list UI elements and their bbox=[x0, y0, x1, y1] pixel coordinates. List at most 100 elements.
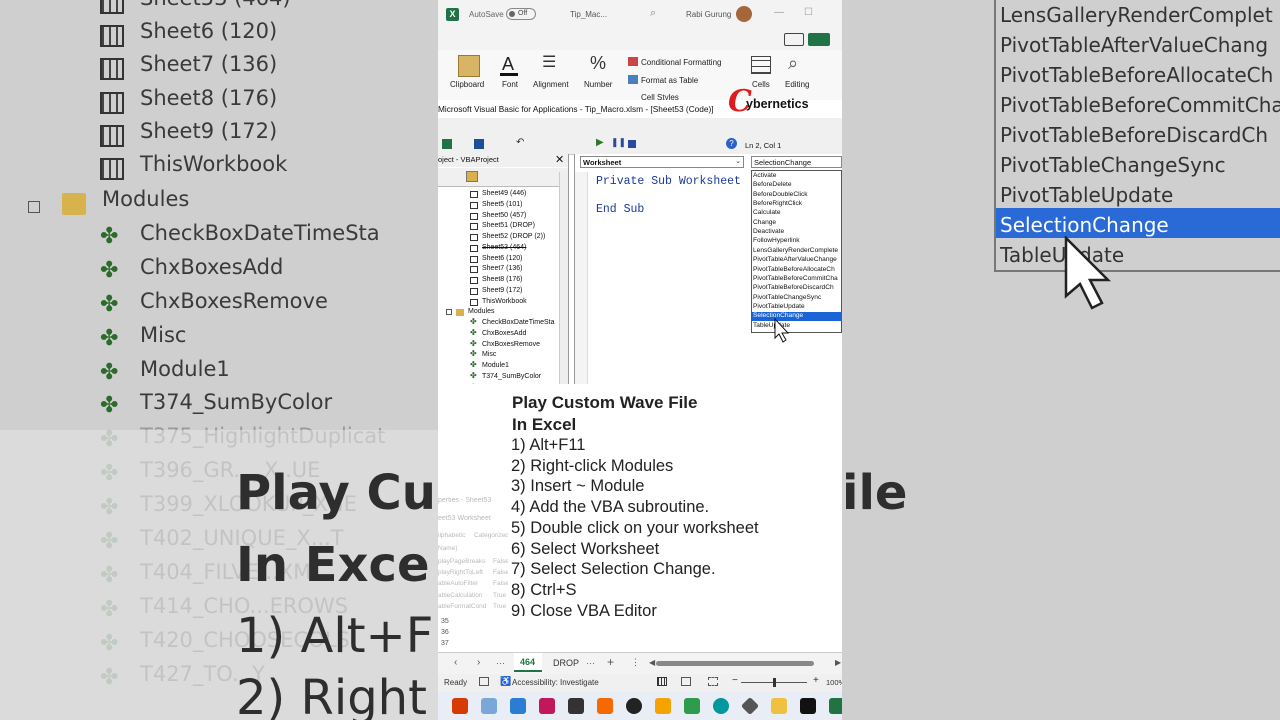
procedure-list-item[interactable]: LensGalleryRenderComplete bbox=[753, 247, 838, 254]
scroll-right-icon[interactable]: ▶ bbox=[835, 658, 841, 667]
project-tree-item[interactable]: Sheet49 (446) bbox=[482, 190, 526, 197]
procedure-list-item[interactable]: Deactivate bbox=[753, 228, 784, 235]
macro-record-icon[interactable] bbox=[479, 677, 489, 686]
cells-icon[interactable] bbox=[751, 56, 771, 74]
autosave-toggle[interactable]: Off bbox=[506, 8, 536, 20]
procedure-list-item[interactable]: Change bbox=[753, 219, 776, 226]
scroll-left-icon[interactable]: ◀ bbox=[649, 658, 655, 667]
code-line-2[interactable]: End Sub bbox=[596, 203, 644, 216]
format-as-table-button[interactable]: Format as Table bbox=[641, 76, 698, 85]
project-tree-item[interactable]: Sheet9 (172) bbox=[482, 287, 522, 294]
search-icon[interactable]: ⌕ bbox=[650, 7, 656, 20]
collapse-icon[interactable] bbox=[446, 309, 452, 315]
code-line-1[interactable]: Private Sub Worksheet bbox=[596, 175, 741, 188]
obs-icon[interactable] bbox=[626, 698, 642, 714]
project-tree-item[interactable]: Modules bbox=[468, 308, 494, 315]
accessibility-icon[interactable]: ♿ bbox=[500, 676, 511, 687]
font-group[interactable]: Font bbox=[502, 80, 518, 89]
procedure-list-item[interactable]: Activate bbox=[753, 172, 776, 179]
file-explorer-icon[interactable] bbox=[771, 698, 787, 714]
project-tree-item[interactable]: Sheet52 (DROP (2)) bbox=[482, 233, 545, 240]
project-tree-item[interactable]: Module1 bbox=[482, 362, 509, 369]
sublime-icon[interactable] bbox=[655, 698, 671, 714]
sheet-tab-active[interactable]: 464 bbox=[514, 653, 542, 672]
break-icon[interactable]: ❚❚ bbox=[611, 137, 626, 148]
page-layout-icon[interactable] bbox=[681, 677, 691, 686]
project-tree-item[interactable]: Sheet53 (464) bbox=[482, 244, 526, 251]
project-tree-item[interactable]: ThisWorkbook bbox=[482, 298, 527, 305]
toggle-folders-icon[interactable] bbox=[466, 171, 478, 182]
normal-view-icon[interactable] bbox=[657, 677, 667, 686]
avatar[interactable] bbox=[736, 6, 752, 22]
app-icon-dark[interactable] bbox=[568, 698, 584, 714]
procedure-list-item[interactable]: BeforeRightClick bbox=[753, 200, 802, 207]
close-icon[interactable]: ✕ bbox=[555, 153, 564, 166]
project-tree-item[interactable]: CheckBoxDateTimeSta bbox=[482, 319, 555, 326]
nvidia-icon[interactable] bbox=[800, 698, 816, 714]
excel-taskbar-icon[interactable] bbox=[829, 698, 842, 714]
zoom-slider-thumb[interactable] bbox=[773, 678, 776, 687]
object-dropdown[interactable]: Worksheet ⌄ bbox=[580, 156, 744, 168]
project-tree-item[interactable]: Sheet8 (176) bbox=[482, 276, 522, 283]
alignment-icon[interactable]: ☰ bbox=[542, 55, 556, 71]
project-tree-item[interactable]: ChxBoxesAdd bbox=[482, 330, 526, 337]
procedure-list-item[interactable]: PivotTableBeforeAllocateCh bbox=[753, 266, 835, 273]
comments-button[interactable] bbox=[784, 33, 804, 46]
maximize-icon[interactable]: ☐ bbox=[804, 7, 813, 18]
accessibility-status[interactable]: Accessibility: Investigate bbox=[512, 678, 599, 687]
percent-icon[interactable]: % bbox=[590, 53, 606, 74]
share-button[interactable] bbox=[808, 33, 830, 46]
app-icon-red[interactable] bbox=[452, 698, 468, 714]
clipboard-icon[interactable] bbox=[458, 55, 480, 77]
arduino-icon[interactable] bbox=[713, 698, 729, 714]
app-icon-translate[interactable] bbox=[481, 698, 497, 714]
editing-group[interactable]: Editing bbox=[785, 80, 809, 89]
help-icon[interactable]: ? bbox=[726, 138, 737, 149]
project-tree-item[interactable]: Misc bbox=[482, 351, 496, 358]
conditional-formatting-button[interactable]: Conditional Formatting bbox=[641, 58, 721, 67]
procedure-list-item[interactable]: PivotTableBeforeDiscardCh bbox=[753, 284, 834, 291]
procedure-dropdown[interactable]: SelectionChange bbox=[751, 156, 842, 168]
app-icon-green[interactable] bbox=[684, 698, 700, 714]
project-tree-item[interactable]: Sheet7 (136) bbox=[482, 265, 522, 272]
editing-icon[interactable]: ⌕ bbox=[788, 53, 798, 74]
procedure-list-item[interactable]: PivotTableBeforeCommitCha bbox=[753, 275, 838, 282]
more-sheets-icon[interactable]: ··· bbox=[496, 658, 505, 668]
sheet-tab[interactable]: DROP bbox=[553, 658, 579, 668]
sheet-options-icon[interactable]: ⋮ bbox=[631, 657, 640, 668]
save-icon[interactable] bbox=[474, 139, 484, 149]
procedure-list-item[interactable]: PivotTableAfterValueChange bbox=[753, 256, 837, 263]
media-player-icon[interactable] bbox=[539, 698, 555, 714]
project-tree-item[interactable]: Sheet6 (120) bbox=[482, 255, 522, 262]
more-sheets-icon[interactable]: ··· bbox=[586, 658, 595, 668]
cells-group[interactable]: Cells bbox=[752, 80, 770, 89]
procedure-list-item[interactable]: BeforeDoubleClick bbox=[753, 191, 808, 198]
minimize-icon[interactable]: — bbox=[774, 7, 784, 18]
project-tree-item[interactable]: Sheet51 (DROP) bbox=[482, 222, 535, 229]
page-break-icon[interactable] bbox=[708, 677, 718, 686]
zoom-out-icon[interactable]: − bbox=[732, 675, 738, 686]
procedure-list-item[interactable]: Calculate bbox=[753, 209, 781, 216]
prev-sheet-icon[interactable]: ‹ bbox=[454, 657, 457, 668]
view-excel-icon[interactable] bbox=[442, 139, 452, 149]
run-icon[interactable]: ▶ bbox=[596, 137, 604, 148]
project-tree-item[interactable]: ChxBoxesRemove bbox=[482, 341, 540, 348]
vscode-icon[interactable] bbox=[510, 698, 526, 714]
zoom-in-icon[interactable]: + bbox=[813, 675, 819, 686]
undo-icon[interactable]: ↶ bbox=[516, 137, 524, 148]
project-tree-item[interactable]: Sheet50 (457) bbox=[482, 212, 526, 219]
font-icon[interactable]: A bbox=[502, 54, 514, 75]
project-tree-item[interactable]: T374_SumByColor bbox=[482, 373, 541, 380]
alignment-group[interactable]: Alignment bbox=[533, 80, 569, 89]
procedure-list-item[interactable]: PivotTableChangeSync bbox=[753, 294, 821, 301]
procedure-list-item[interactable]: PivotTableUpdate bbox=[753, 303, 805, 310]
reset-icon[interactable] bbox=[628, 140, 636, 148]
number-group[interactable]: Number bbox=[584, 80, 612, 89]
procedure-list-item[interactable]: FollowHyperlink bbox=[753, 237, 800, 244]
add-sheet-button[interactable]: + bbox=[607, 655, 614, 669]
next-sheet-icon[interactable]: › bbox=[477, 657, 480, 668]
project-tree-item[interactable]: Sheet5 (101) bbox=[482, 201, 522, 208]
procedure-list-item[interactable]: BeforeDelete bbox=[753, 181, 792, 188]
brave-icon[interactable] bbox=[597, 698, 613, 714]
horizontal-scrollbar[interactable] bbox=[656, 661, 814, 666]
